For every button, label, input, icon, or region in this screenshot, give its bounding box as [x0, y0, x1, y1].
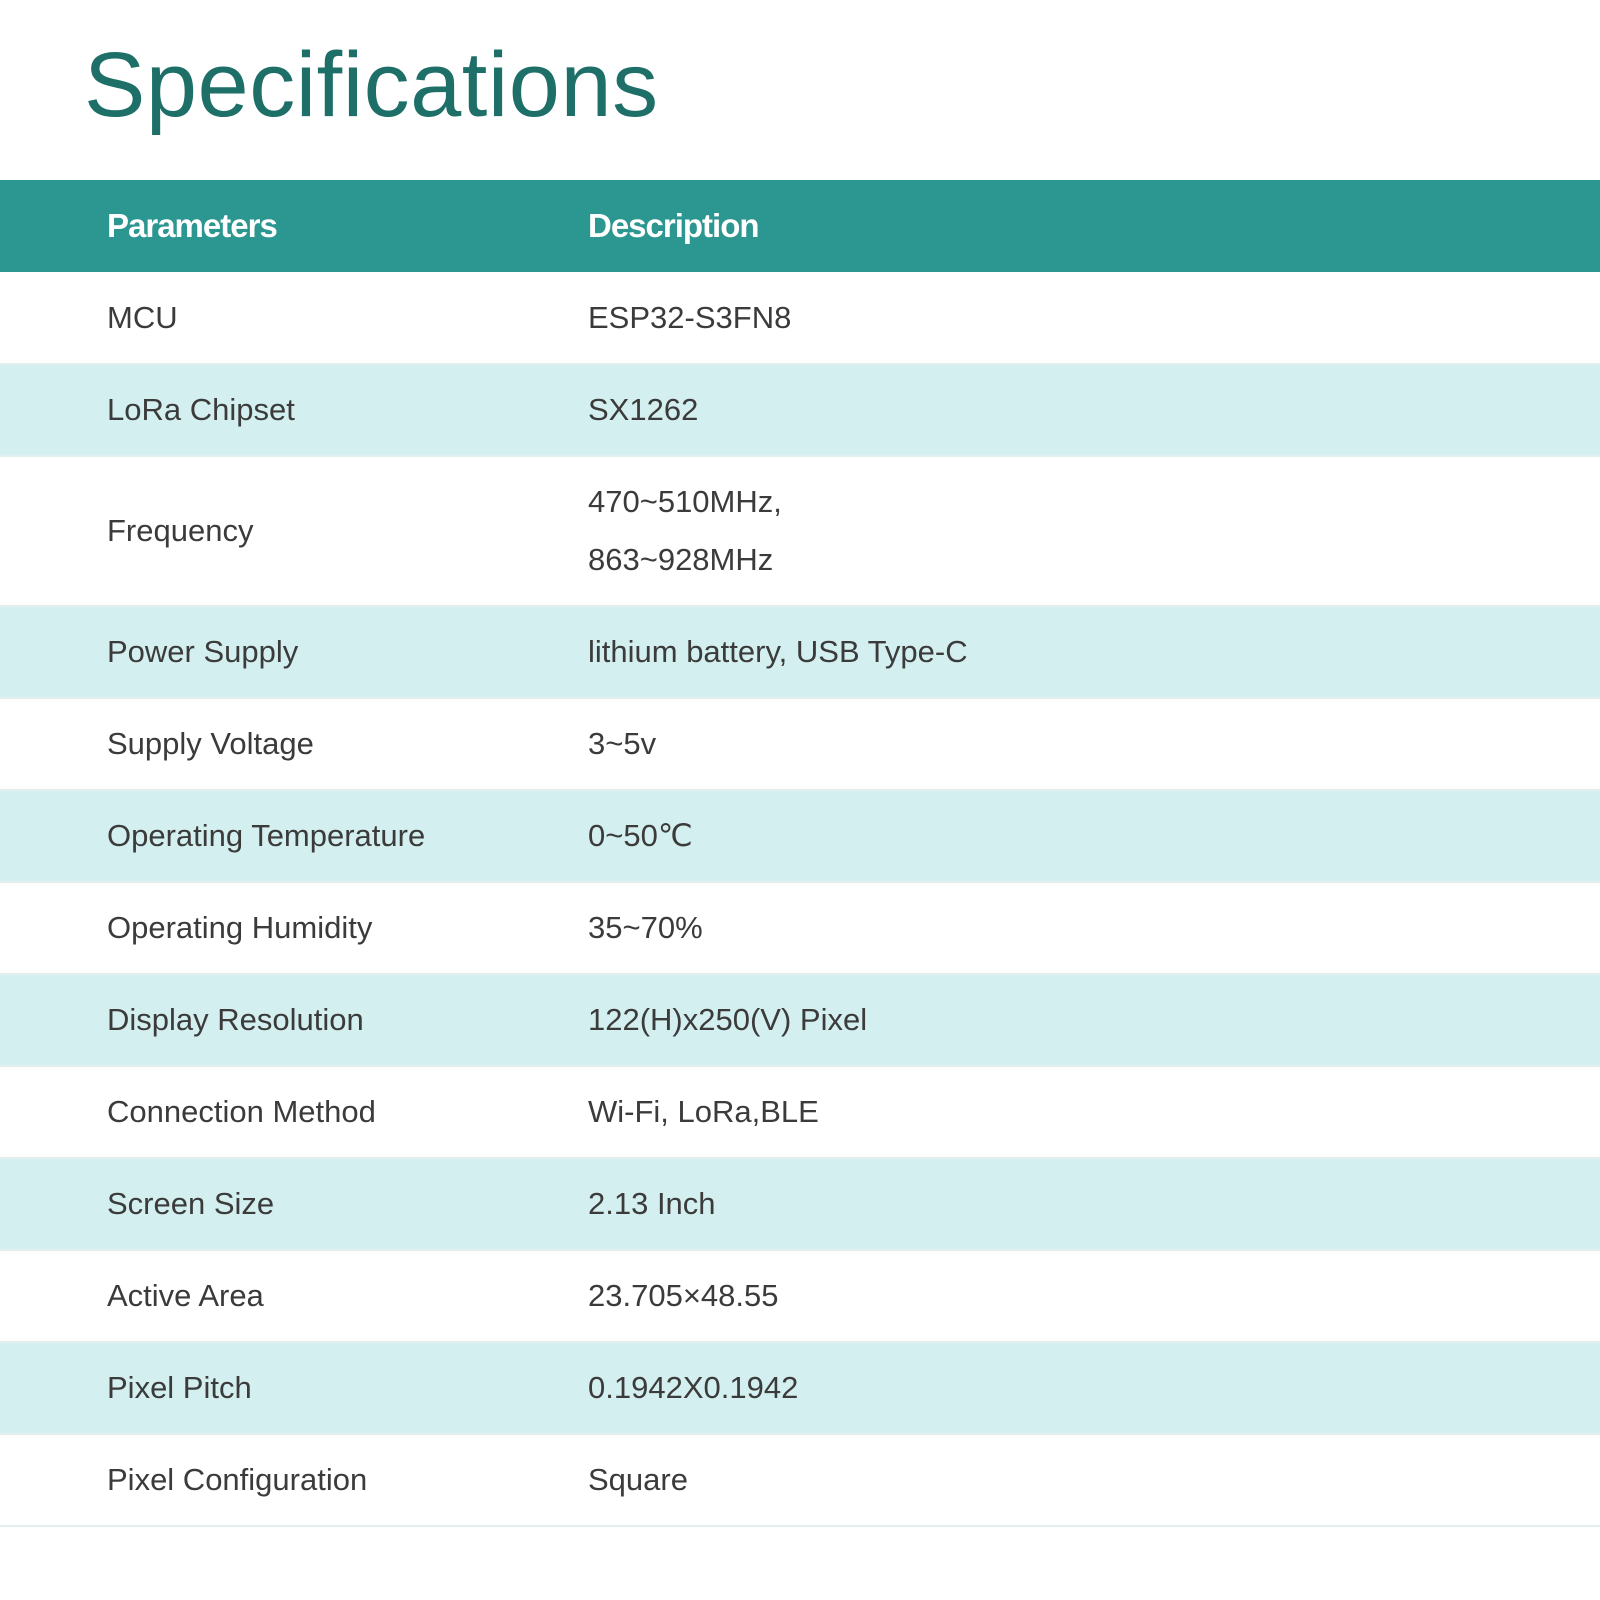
description-line: ESP32-S3FN8: [588, 299, 792, 335]
description-cell: 122(H)x250(V) Pixel: [588, 974, 1600, 1066]
table-row: Supply Voltage 3~5v: [0, 698, 1600, 790]
parameter-cell: Pixel Pitch: [107, 1370, 252, 1405]
specifications-table: Parameters Description MCU ESP32-S3FN8 L…: [0, 180, 1600, 1527]
parameter-cell: LoRa Chipset: [107, 392, 295, 427]
description-cell: Square: [588, 1434, 1600, 1526]
parameter-cell: MCU: [107, 299, 178, 335]
parameter-cell: Display Resolution: [107, 1002, 364, 1037]
table-row: Operating Temperature 0~50℃: [0, 790, 1600, 882]
parameter-cell: Power Supply: [107, 634, 299, 669]
description-line: 35~70%: [588, 910, 703, 945]
description-line: 470~510MHz,: [588, 484, 782, 519]
description-cell: 3~5v: [588, 698, 1600, 790]
table-header-row: Parameters Description: [0, 180, 1600, 272]
parameter-cell: Connection Method: [107, 1094, 376, 1129]
description-cell: 470~510MHz, 863~928MHz: [588, 456, 1600, 606]
parameter-cell: Operating Humidity: [107, 910, 373, 945]
description-line: lithium battery, USB Type-C: [588, 634, 968, 669]
table-row: LoRa Chipset SX1262: [0, 364, 1600, 456]
page-title: Specifications: [84, 34, 659, 136]
table-row: Connection Method Wi-Fi, LoRa,BLE: [0, 1066, 1600, 1158]
parameter-cell: Supply Voltage: [107, 726, 314, 761]
table-row: Pixel Pitch 0.1942X0.1942: [0, 1342, 1600, 1434]
description-line: Wi-Fi, LoRa,BLE: [588, 1094, 819, 1129]
parameter-cell: Operating Temperature: [107, 818, 426, 853]
description-cell: 2.13 Inch: [588, 1158, 1600, 1250]
description-line: 2.13 Inch: [588, 1186, 716, 1221]
description-line: 23.705×48.55: [588, 1278, 779, 1313]
description-line: 863~928MHz: [588, 542, 774, 577]
table-row: Display Resolution 122(H)x250(V) Pixel: [0, 974, 1600, 1066]
description-cell: SX1262: [588, 364, 1600, 456]
description-cell: 23.705×48.55: [588, 1250, 1600, 1342]
description-cell: Wi-Fi, LoRa,BLE: [588, 1066, 1600, 1158]
table-row: Active Area 23.705×48.55: [0, 1250, 1600, 1342]
column-header-description: Description: [588, 207, 760, 244]
description-line: 0~50℃: [588, 818, 693, 853]
description-cell: 0~50℃: [588, 790, 1600, 882]
table-row: Pixel Configuration Square: [0, 1434, 1600, 1526]
table-row: MCU ESP32-S3FN8: [0, 272, 1600, 364]
table-row: Screen Size 2.13 Inch: [0, 1158, 1600, 1250]
parameter-cell: Frequency: [107, 513, 254, 548]
description-line: 3~5v: [588, 726, 657, 761]
description-cell: lithium battery, USB Type-C: [588, 606, 1600, 698]
description-cell: 35~70%: [588, 882, 1600, 974]
description-cell: 0.1942X0.1942: [588, 1342, 1600, 1434]
parameter-cell: Active Area: [107, 1278, 264, 1313]
table-row: Power Supply lithium battery, USB Type-C: [0, 606, 1600, 698]
description-line: 122(H)x250(V) Pixel: [588, 1002, 868, 1037]
parameter-cell: Screen Size: [107, 1186, 275, 1221]
parameter-cell: Pixel Configuration: [107, 1462, 368, 1497]
table-row: Frequency 470~510MHz, 863~928MHz: [0, 456, 1600, 606]
description-line: SX1262: [588, 392, 699, 427]
column-header-parameters: Parameters: [107, 207, 278, 244]
description-line: Square: [588, 1462, 688, 1497]
table-row: Operating Humidity 35~70%: [0, 882, 1600, 974]
description-cell: ESP32-S3FN8: [588, 272, 1600, 364]
description-line: 0.1942X0.1942: [588, 1370, 799, 1405]
